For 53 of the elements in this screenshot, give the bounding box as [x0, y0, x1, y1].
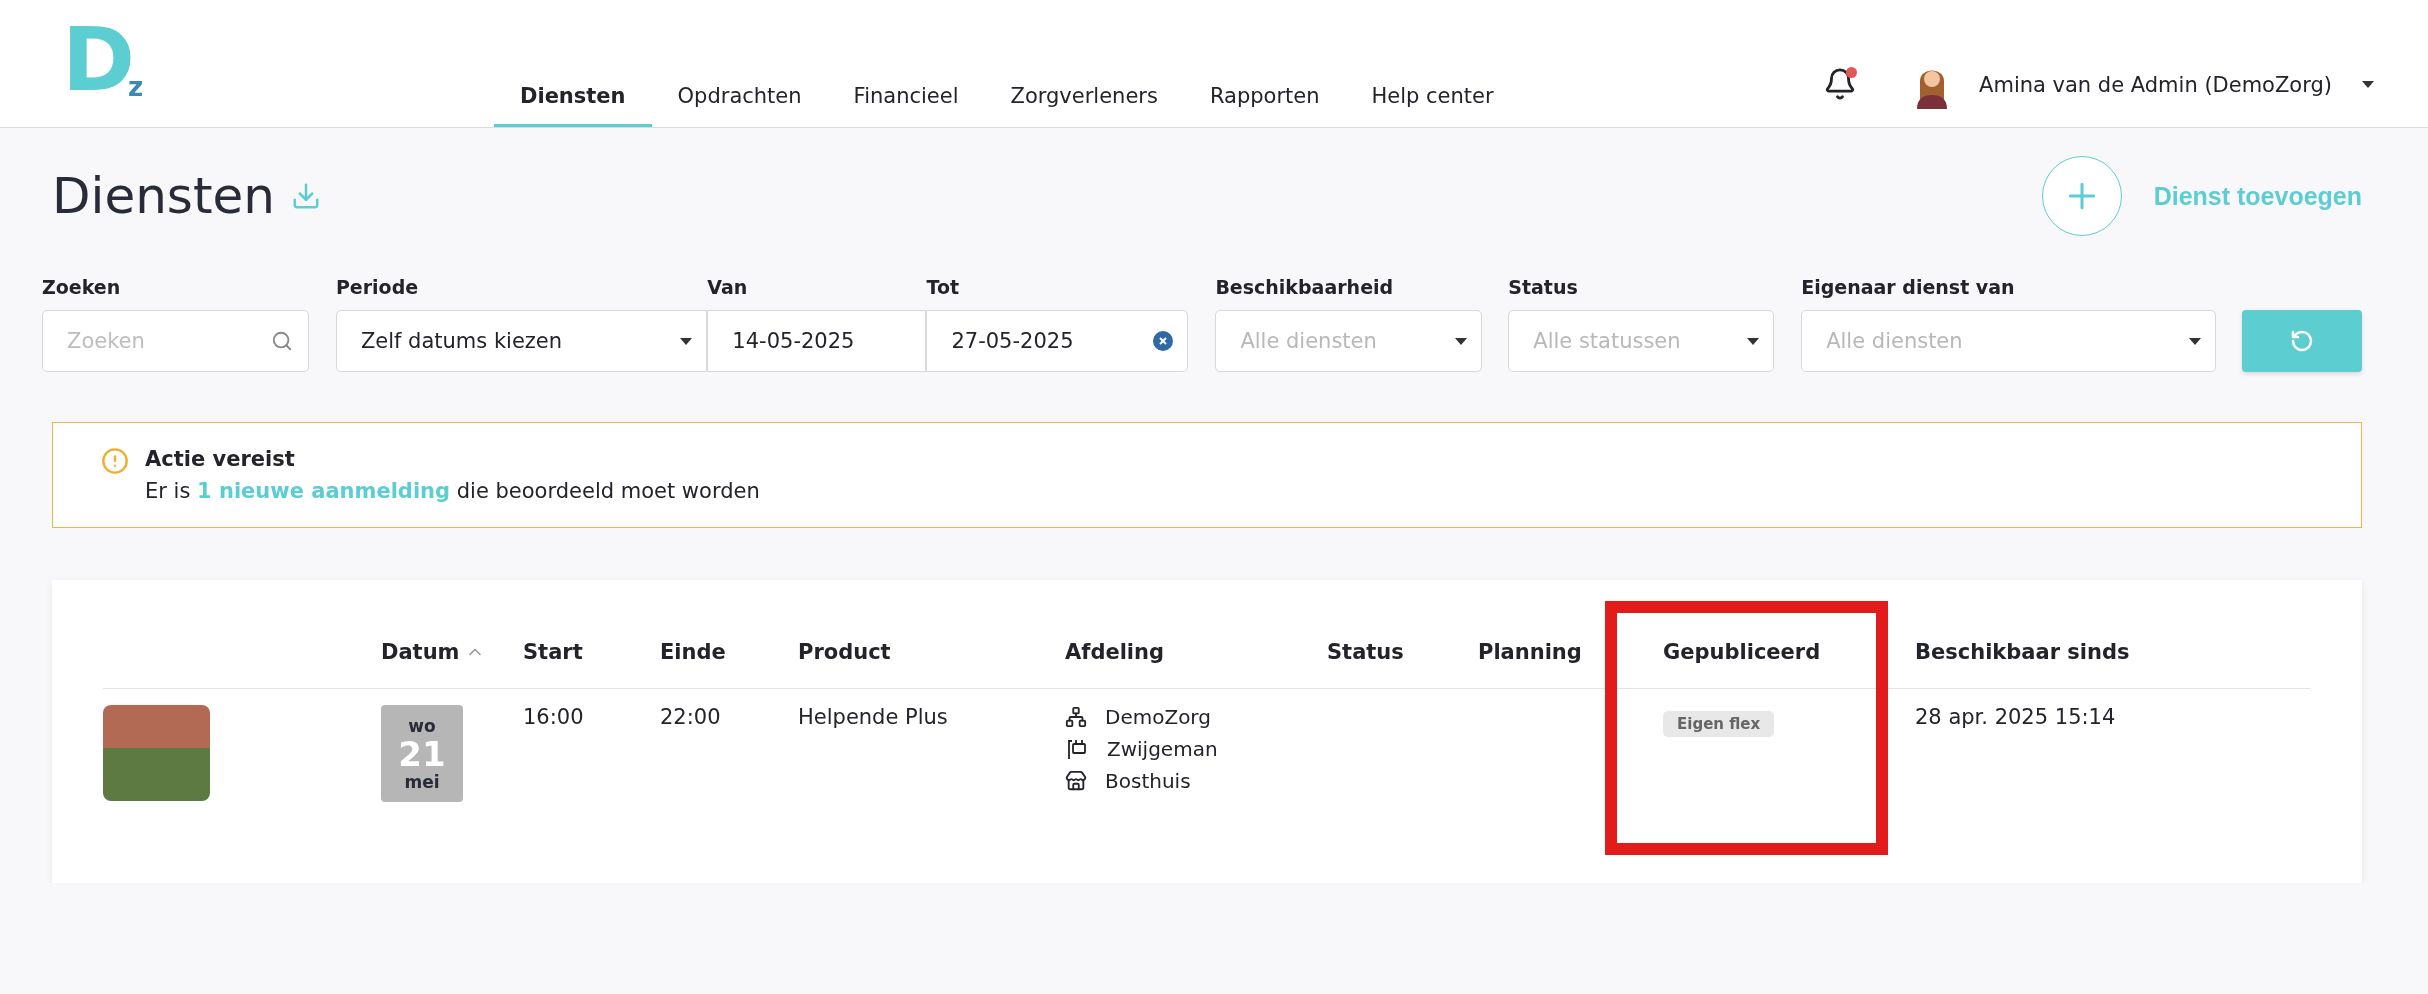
filter-label: Periode — [335, 276, 420, 298]
caret-icon — [1455, 337, 1468, 345]
sign-icon — [1065, 737, 1089, 761]
column-header: Gepubliceerd — [1663, 640, 1821, 664]
search-field[interactable]: Zoeken — [42, 310, 309, 372]
column-header: Afdeling — [1065, 640, 1165, 664]
nav-tab[interactable]: Opdrachten — [651, 84, 828, 127]
nav-tab[interactable]: Help center — [1345, 84, 1520, 127]
nav-tab[interactable]: Zorgverleners — [984, 84, 1184, 127]
caret-icon — [680, 337, 693, 345]
search-icon — [270, 330, 293, 352]
nav-tab[interactable]: Diensten — [494, 84, 652, 127]
nav-tab[interactable]: Rapporten — [1183, 84, 1346, 127]
caret-icon — [2189, 337, 2202, 345]
alert-message: Er is 1 nieuwe aanmelding die beoordeeld moet worden — [145, 479, 760, 503]
end-time: 22:00 — [660, 705, 721, 729]
product-name: Helpende Plus — [798, 705, 948, 729]
column-header: Status — [1327, 640, 1404, 664]
filter-label: Status — [1508, 276, 1579, 298]
start-time: 16:00 — [523, 705, 584, 729]
warning-icon — [101, 447, 129, 475]
date-field[interactable]: 14-05-2025 — [707, 310, 927, 372]
column-header: Einde — [660, 640, 726, 664]
column-header: Planning — [1478, 640, 1582, 664]
select-field[interactable]: Zelf datums kiezen — [335, 310, 708, 372]
filter-label: Tot — [926, 276, 961, 298]
hierarchy-icon — [1065, 706, 1087, 728]
caret-icon — [1747, 337, 1760, 345]
filter-label: Eigenaar dienst van — [1801, 276, 2016, 298]
department-text: Zwijgeman — [1107, 737, 1218, 761]
clear-icon[interactable] — [1153, 331, 1174, 351]
available-since: 28 apr. 2025 15:14 — [1915, 705, 2116, 729]
date-field[interactable]: 27-05-2025 — [926, 310, 1189, 372]
user-name[interactable]: Amina van de Admin (DemoZorg) — [1979, 72, 2332, 97]
column-header: Product — [798, 640, 891, 664]
department-text: DemoZorg — [1105, 705, 1211, 729]
alert-title: Actie vereist — [145, 447, 296, 471]
column-header[interactable]: Datum — [381, 640, 460, 664]
department-text: Bosthuis — [1105, 769, 1191, 793]
filter-label: Van — [707, 276, 749, 298]
reset-button[interactable] — [2242, 310, 2362, 372]
filter-label: Beschikbaarheid — [1215, 276, 1395, 298]
column-header: Beschikbaar sinds — [1915, 640, 2130, 664]
reset-icon — [2290, 329, 2315, 353]
column-header: Start — [523, 640, 583, 664]
nav-tab[interactable]: Financieel — [827, 84, 985, 127]
date-badge: wo 21 mei — [381, 705, 463, 802]
caret-icon — [2362, 81, 2374, 88]
published-tag: Eigen flex — [1663, 711, 1775, 737]
logo[interactable]: Dz — [62, 20, 154, 100]
filter-label: Zoeken — [42, 276, 122, 298]
store-icon — [1065, 770, 1087, 792]
page-title: Diensten — [52, 167, 275, 225]
